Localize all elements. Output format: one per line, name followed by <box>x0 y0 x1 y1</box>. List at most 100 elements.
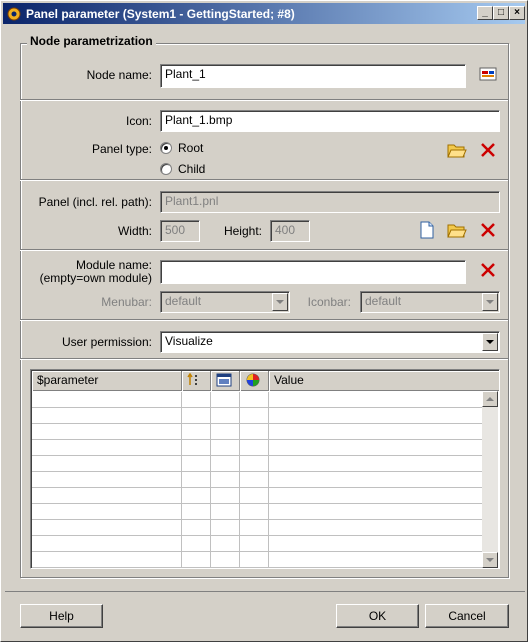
table-cell[interactable] <box>32 440 182 456</box>
table-cell[interactable] <box>211 520 240 536</box>
column-header-sort[interactable] <box>182 371 211 391</box>
table-cell[interactable] <box>269 440 484 456</box>
table-cell[interactable] <box>269 424 484 440</box>
table-cell[interactable] <box>269 552 484 568</box>
table-cell[interactable] <box>269 488 484 504</box>
root-radio[interactable] <box>160 142 172 154</box>
table-row[interactable] <box>32 456 484 472</box>
table-cell[interactable] <box>182 504 211 520</box>
module-clear-button[interactable] <box>476 260 499 283</box>
table-cell[interactable] <box>240 552 269 568</box>
chevron-down-icon[interactable] <box>482 293 498 311</box>
icon-input[interactable]: Plant_1.bmp <box>160 110 500 132</box>
height-input[interactable]: 400 <box>270 220 310 242</box>
parameter-table[interactable]: $parameter Value <box>30 369 500 569</box>
node-color-button[interactable] <box>476 64 499 87</box>
table-cell[interactable] <box>240 456 269 472</box>
new-panel-button[interactable] <box>415 220 438 243</box>
column-header-value[interactable]: Value <box>269 371 499 391</box>
table-row[interactable] <box>32 488 484 504</box>
root-radio-label[interactable]: Root <box>178 141 203 155</box>
table-row[interactable] <box>32 424 484 440</box>
table-cell[interactable] <box>32 472 182 488</box>
table-cell[interactable] <box>32 552 182 568</box>
table-cell[interactable] <box>211 456 240 472</box>
table-cell[interactable] <box>211 440 240 456</box>
table-row[interactable] <box>32 440 484 456</box>
column-header-color[interactable] <box>240 371 269 391</box>
cancel-button[interactable]: Cancel <box>425 604 509 628</box>
table-cell[interactable] <box>32 536 182 552</box>
table-cell[interactable] <box>182 408 211 424</box>
table-cell[interactable] <box>240 408 269 424</box>
table-cell[interactable] <box>240 488 269 504</box>
table-cell[interactable] <box>211 552 240 568</box>
table-cell[interactable] <box>182 520 211 536</box>
icon-browse-button[interactable] <box>445 140 468 163</box>
table-cell[interactable] <box>269 520 484 536</box>
table-cell[interactable] <box>269 472 484 488</box>
column-header-panel[interactable] <box>211 371 240 391</box>
ok-button[interactable]: OK <box>336 604 419 628</box>
chevron-down-icon[interactable] <box>482 333 498 351</box>
table-cell[interactable] <box>182 488 211 504</box>
child-radio-label[interactable]: Child <box>178 162 205 176</box>
panel-clear-button[interactable] <box>476 220 499 243</box>
table-row[interactable] <box>32 408 484 424</box>
table-row[interactable] <box>32 504 484 520</box>
node-name-input[interactable]: Plant_1 <box>160 64 466 88</box>
scroll-up-button[interactable] <box>482 391 498 407</box>
table-cell[interactable] <box>182 536 211 552</box>
table-cell[interactable] <box>211 424 240 440</box>
table-cell[interactable] <box>211 536 240 552</box>
table-cell[interactable] <box>32 392 182 408</box>
vertical-scrollbar[interactable] <box>482 391 498 568</box>
table-cell[interactable] <box>269 536 484 552</box>
table-cell[interactable] <box>240 520 269 536</box>
table-cell[interactable] <box>269 392 484 408</box>
table-cell[interactable] <box>211 472 240 488</box>
table-row[interactable] <box>32 552 484 568</box>
table-cell[interactable] <box>32 456 182 472</box>
table-cell[interactable] <box>32 504 182 520</box>
table-cell[interactable] <box>32 488 182 504</box>
table-cell[interactable] <box>182 392 211 408</box>
title-bar[interactable]: Panel parameter (System1 - GettingStarte… <box>3 3 525 24</box>
user-permission-select[interactable]: Visualize <box>160 331 500 353</box>
table-row[interactable] <box>32 520 484 536</box>
table-cell[interactable] <box>240 536 269 552</box>
minimize-button[interactable]: _ <box>477 6 493 20</box>
table-cell[interactable] <box>211 408 240 424</box>
column-header-parameter[interactable]: $parameter <box>32 371 182 391</box>
table-cell[interactable] <box>32 424 182 440</box>
table-cell[interactable] <box>32 520 182 536</box>
table-cell[interactable] <box>269 408 484 424</box>
table-cell[interactable] <box>182 472 211 488</box>
help-button[interactable]: Help <box>20 604 103 628</box>
maximize-button[interactable]: □ <box>493 6 509 20</box>
table-cell[interactable] <box>240 504 269 520</box>
table-cell[interactable] <box>211 488 240 504</box>
child-radio[interactable] <box>160 163 172 175</box>
scroll-down-button[interactable] <box>482 552 498 568</box>
width-input[interactable]: 500 <box>160 220 200 242</box>
menubar-select[interactable]: default <box>160 291 290 313</box>
panel-path-input[interactable]: Plant1.pnl <box>160 191 500 213</box>
table-cell[interactable] <box>211 392 240 408</box>
table-cell[interactable] <box>269 456 484 472</box>
table-cell[interactable] <box>240 440 269 456</box>
table-cell[interactable] <box>182 552 211 568</box>
table-row[interactable] <box>32 536 484 552</box>
table-cell[interactable] <box>240 392 269 408</box>
module-name-input[interactable] <box>160 260 466 284</box>
panel-browse-button[interactable] <box>445 220 468 243</box>
table-row[interactable] <box>32 472 484 488</box>
table-cell[interactable] <box>182 456 211 472</box>
table-cell[interactable] <box>32 408 182 424</box>
table-cell[interactable] <box>182 440 211 456</box>
close-button[interactable]: × <box>509 6 525 20</box>
iconbar-select[interactable]: default <box>360 291 500 313</box>
table-cell[interactable] <box>240 424 269 440</box>
table-cell[interactable] <box>211 504 240 520</box>
table-cell[interactable] <box>269 504 484 520</box>
